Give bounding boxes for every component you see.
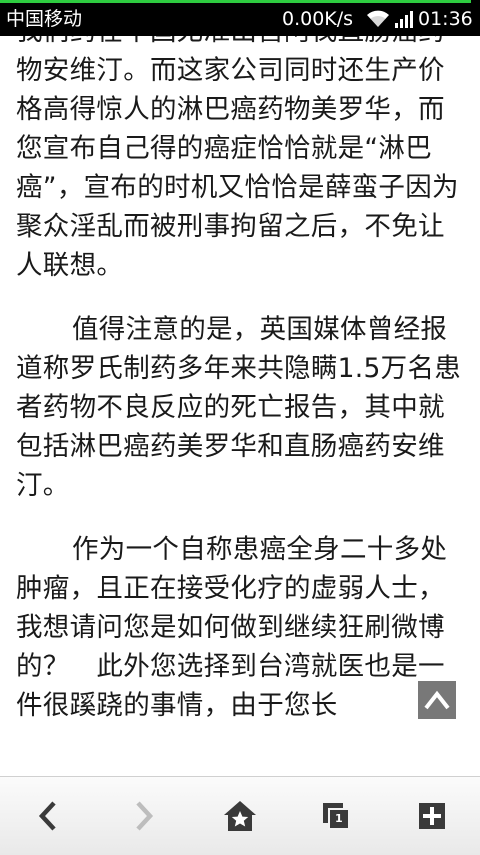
status-bar: 中国移动 0.00K/s 01:36 xyxy=(0,0,480,36)
page-load-progress xyxy=(0,0,471,3)
article-paragraph: 作为一个自称患癌全身二十多处肿瘤，且正在接受化疗的虚弱人士，我想请问您是如何做到… xyxy=(16,534,448,721)
home-button[interactable] xyxy=(192,777,288,855)
clock: 01:36 xyxy=(418,8,473,30)
signal-strength-icon xyxy=(395,11,413,28)
chevron-left-icon xyxy=(38,801,56,831)
article-paragraph: 值得注意的是，英国媒体曾经报道称罗氏制药多年来共隐瞒1.5万名患者药物不良反应的… xyxy=(16,314,462,501)
chevron-up-icon xyxy=(424,690,450,710)
browser-toolbar: 1 xyxy=(0,776,480,855)
new-tab-button[interactable] xyxy=(384,777,480,855)
scroll-to-top-button[interactable] xyxy=(418,681,456,719)
tabs-button[interactable]: 1 xyxy=(288,777,384,855)
plus-icon xyxy=(419,803,445,829)
carrier-name: 中国移动 xyxy=(6,8,83,30)
forward-button[interactable] xyxy=(96,777,192,855)
wifi-icon xyxy=(367,10,389,27)
back-button[interactable] xyxy=(0,777,96,855)
tab-count: 1 xyxy=(335,812,343,825)
article-paragraph: 我们药在中国尤准出售阿伐直肠癌药物安维汀。而这家公司同时还生产价格高得惊人的淋巴… xyxy=(16,36,459,281)
network-speed: 0.00K/s xyxy=(282,8,354,30)
home-star-icon xyxy=(224,801,256,831)
chevron-right-icon xyxy=(136,801,154,831)
article-body: 我们药在中国尤准出售阿伐直肠癌药物安维汀。而这家公司同时还生产价格高得惊人的淋巴… xyxy=(16,36,468,750)
article-viewport[interactable]: 我们药在中国尤准出售阿伐直肠癌药物安维汀。而这家公司同时还生产价格高得惊人的淋巴… xyxy=(0,36,480,776)
